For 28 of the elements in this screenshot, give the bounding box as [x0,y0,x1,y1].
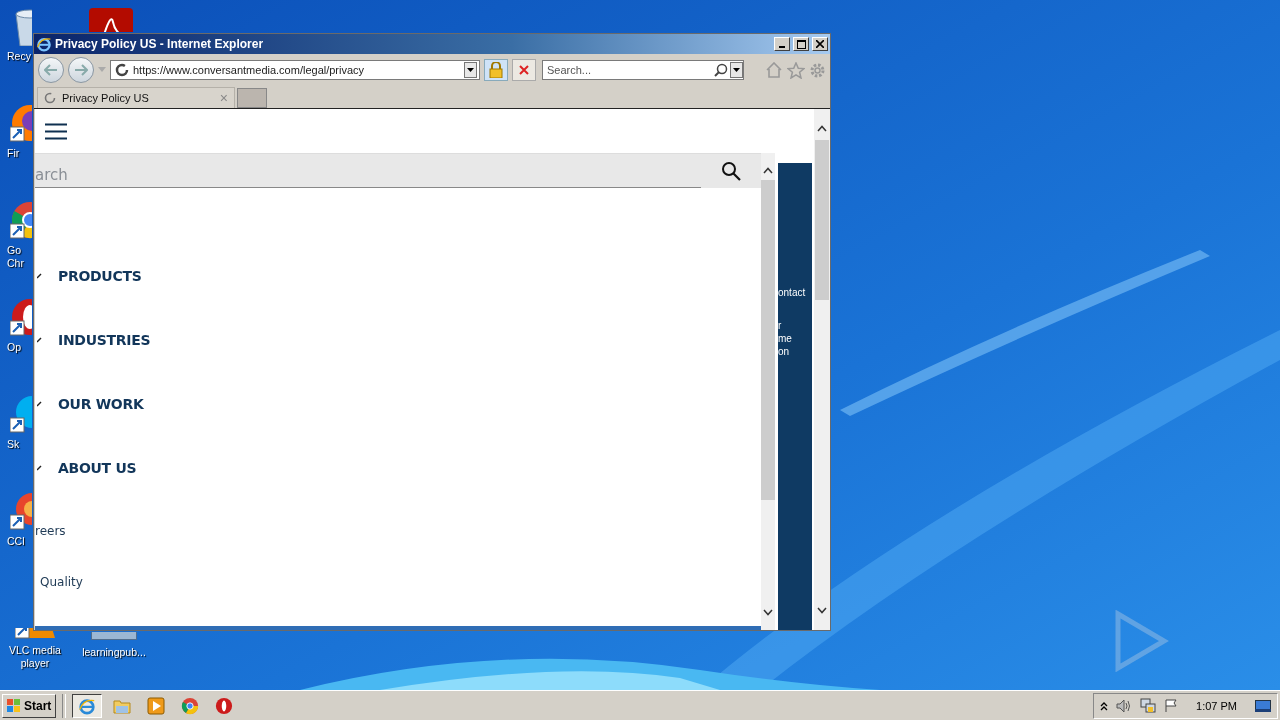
menu-item[interactable]: INDUSTRIES [58,331,151,348]
clock[interactable]: 1:07 PM [1186,699,1247,712]
search-input[interactable]: arch [35,162,701,188]
panel-text: ontact [778,286,806,299]
menu-item[interactable]: ABOUT US [58,459,137,476]
menu-link[interactable]: reers [35,523,66,575]
url-text: https://www.conversantmedia.com/legal/privacy [133,64,365,76]
icon-label: VLC media player [8,644,62,670]
window-title: Privacy Policy US - Internet Explorer [55,37,264,51]
panel-text: on [778,345,790,358]
icon-label: Fir [7,147,20,160]
icon-label: Sk [7,438,20,451]
browser-tab[interactable]: Privacy Policy US × [37,87,235,108]
menu-item[interactable]: OUR WORK [58,395,144,412]
search-bar[interactable]: arch [35,153,761,188]
search-field[interactable]: Search... [542,60,744,80]
icon-label: Recy [7,50,31,63]
start-button[interactable]: Start [2,693,57,718]
icon-label: learningpub... [82,646,146,659]
address-bar[interactable]: https://www.conversantmedia.com/legal/privacy [110,60,480,80]
icon-label: Op [7,341,21,354]
icon-label: Go Chr [7,244,24,270]
menu-item[interactable]: PRODUCTS [58,267,142,284]
menu-link[interactable]: Quality [35,574,83,626]
panel-text: me [778,332,792,345]
panel-text: r [778,319,782,332]
tab-title: Privacy Policy US [62,92,149,104]
icon-label: CCl [7,535,25,548]
